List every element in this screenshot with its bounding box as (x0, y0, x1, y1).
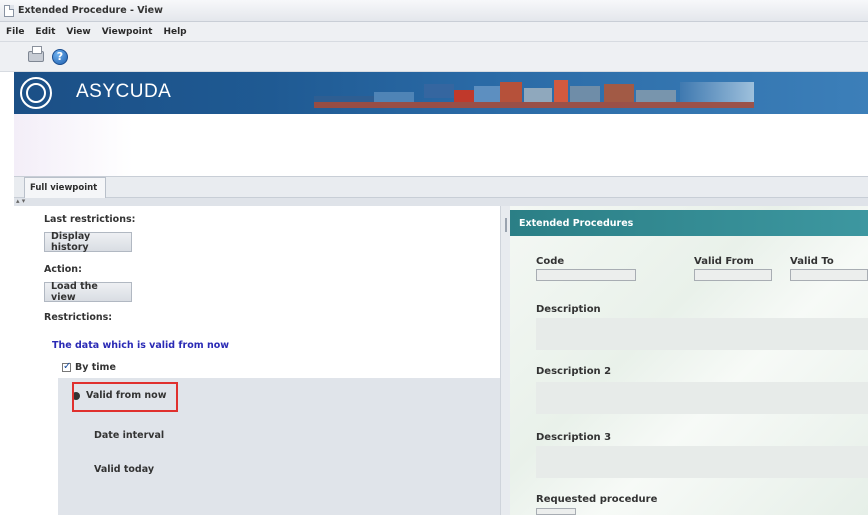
menu-view[interactable]: View (64, 26, 92, 38)
code-field[interactable] (536, 269, 636, 281)
window-title: Extended Procedure - View (18, 5, 163, 16)
action-label: Action: (44, 264, 82, 275)
extended-procedures-panel: Extended Procedures Code Valid From Vali… (510, 206, 868, 515)
printer-icon (28, 46, 44, 62)
radio-unselected-icon (80, 432, 88, 440)
load-view-button[interactable]: Load the view (44, 281, 132, 303)
help-icon: ? (52, 48, 68, 65)
description-3-field[interactable] (536, 446, 868, 478)
radio-date-interval[interactable]: Date interval (80, 430, 164, 441)
split-divider[interactable] (500, 206, 510, 515)
description-2-label: Description 2 (536, 366, 612, 377)
print-button[interactable] (26, 46, 46, 67)
by-time-label: By time (75, 362, 116, 373)
menu-file[interactable]: File (4, 26, 26, 38)
document-icon (4, 5, 14, 17)
valid-from-field[interactable] (694, 269, 772, 281)
toolbar: ? (0, 42, 868, 72)
description-3-label: Description 3 (536, 432, 612, 443)
last-restrictions-label: Last restrictions: (44, 214, 136, 225)
code-label: Code (536, 256, 565, 267)
menu-viewpoint[interactable]: Viewpoint (100, 26, 155, 38)
valid-to-field[interactable] (790, 269, 868, 281)
requested-procedure-label: Requested procedure (536, 494, 658, 505)
title-bar: Extended Procedure - View (0, 0, 868, 22)
description-label: Description (536, 304, 601, 315)
panel-header: Extended Procedures (510, 210, 868, 236)
menu-help[interactable]: Help (161, 26, 188, 38)
un-logo-icon (20, 77, 52, 109)
restrictions-panel: Last restrictions: Display history Actio… (14, 206, 504, 515)
banner-spacer (14, 114, 868, 176)
asycuda-banner: ASYCUDA (14, 72, 868, 114)
viewpoint-tabstrip: Full viewpoint (14, 176, 868, 198)
valid-from-label: Valid From (694, 256, 754, 267)
selection-highlight (72, 382, 178, 412)
valid-to-label: Valid To (790, 256, 834, 267)
by-time-checkbox[interactable]: By time (62, 361, 116, 373)
radio-unselected-icon (80, 466, 88, 474)
help-button[interactable]: ? (50, 47, 70, 67)
radio-valid-today[interactable]: Valid today (80, 464, 154, 475)
menu-bar: File Edit View Viewpoint Help (0, 22, 868, 42)
radio-label: Valid today (94, 464, 155, 475)
description-field[interactable] (536, 318, 868, 350)
shipping-containers-image (314, 80, 754, 114)
menu-edit[interactable]: Edit (33, 26, 57, 38)
brand-name: ASYCUDA (76, 81, 172, 102)
checkbox-checked-icon (62, 361, 71, 372)
radio-label: Date interval (94, 430, 165, 441)
display-history-button[interactable]: Display history (44, 231, 132, 253)
restriction-summary: The data which is valid from now (52, 340, 230, 351)
restrictions-label: Restrictions: (44, 312, 113, 323)
requested-procedure-field[interactable] (536, 508, 576, 515)
description-2-field[interactable] (536, 382, 868, 414)
tab-full-viewpoint[interactable]: Full viewpoint (24, 177, 106, 198)
collapse-toggle[interactable]: ▴ ▾ (14, 198, 868, 206)
